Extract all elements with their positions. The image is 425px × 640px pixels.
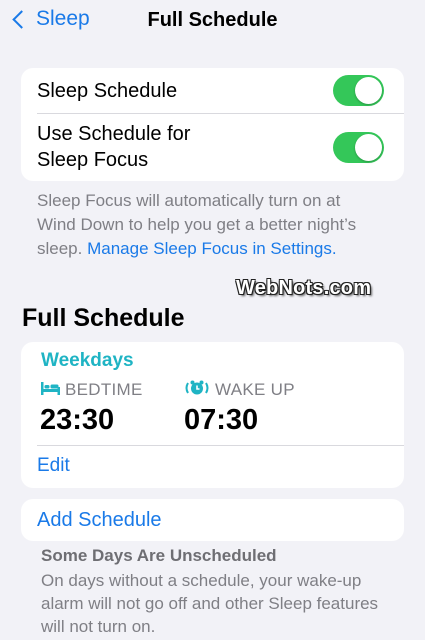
- wakeup-label-text: WAKE UP: [215, 380, 295, 399]
- page-title: Full Schedule: [147, 9, 278, 31]
- sleep-schedule-row: Sleep Schedule: [21, 68, 404, 113]
- weekday-schedule-card: Weekdays BEDTIME 23:30 WAKE UP 07:30 Edi…: [21, 342, 404, 488]
- sleep-schedule-toggle[interactable]: [333, 75, 384, 106]
- bed-icon: [41, 381, 60, 399]
- use-schedule-label-line2: Sleep Focus: [37, 149, 149, 171]
- use-schedule-label-line1: Use Schedule for: [37, 123, 191, 145]
- card-divider: [37, 445, 404, 446]
- sleep-schedule-label: Sleep Schedule: [37, 80, 178, 102]
- wakeup-label: WAKE UP: [184, 380, 295, 400]
- bedtime-value: 23:30: [40, 404, 115, 436]
- manage-sleep-focus-link[interactable]: Manage Sleep Focus in Settings.: [87, 239, 336, 258]
- add-schedule-card[interactable]: Add Schedule: [21, 499, 404, 541]
- use-schedule-toggle[interactable]: [333, 132, 384, 163]
- sleep-settings-card: Sleep Schedule Use Schedule for Sleep Fo…: [21, 68, 404, 181]
- navigation-bar: Sleep Full Schedule: [0, 0, 425, 44]
- toggle-knob: [355, 134, 382, 161]
- unscheduled-description: On days without a schedule, your wake-up…: [41, 571, 379, 636]
- use-schedule-row: Use Schedule for Sleep Focus: [21, 114, 404, 181]
- alarm-icon: [184, 380, 210, 400]
- use-schedule-label: Use Schedule for Sleep Focus: [37, 121, 190, 173]
- edit-schedule-button[interactable]: Edit: [37, 455, 70, 477]
- wakeup-value: 07:30: [184, 404, 259, 436]
- schedule-days[interactable]: Weekdays: [41, 350, 134, 372]
- add-schedule-button[interactable]: Add Schedule: [37, 509, 162, 532]
- unscheduled-title: Some Days Are Unscheduled: [41, 546, 277, 565]
- full-schedule-screen: Sleep Full Schedule Sleep Schedule Use S…: [0, 0, 425, 640]
- sleep-focus-footnote: Sleep Focus will automatically turn on a…: [37, 189, 377, 261]
- watermark-logo: WebNots.com: [236, 277, 372, 299]
- toggle-knob: [355, 77, 382, 104]
- full-schedule-heading: Full Schedule: [22, 304, 185, 332]
- bedtime-label: BEDTIME: [41, 380, 143, 400]
- bedtime-label-text: BEDTIME: [65, 380, 143, 399]
